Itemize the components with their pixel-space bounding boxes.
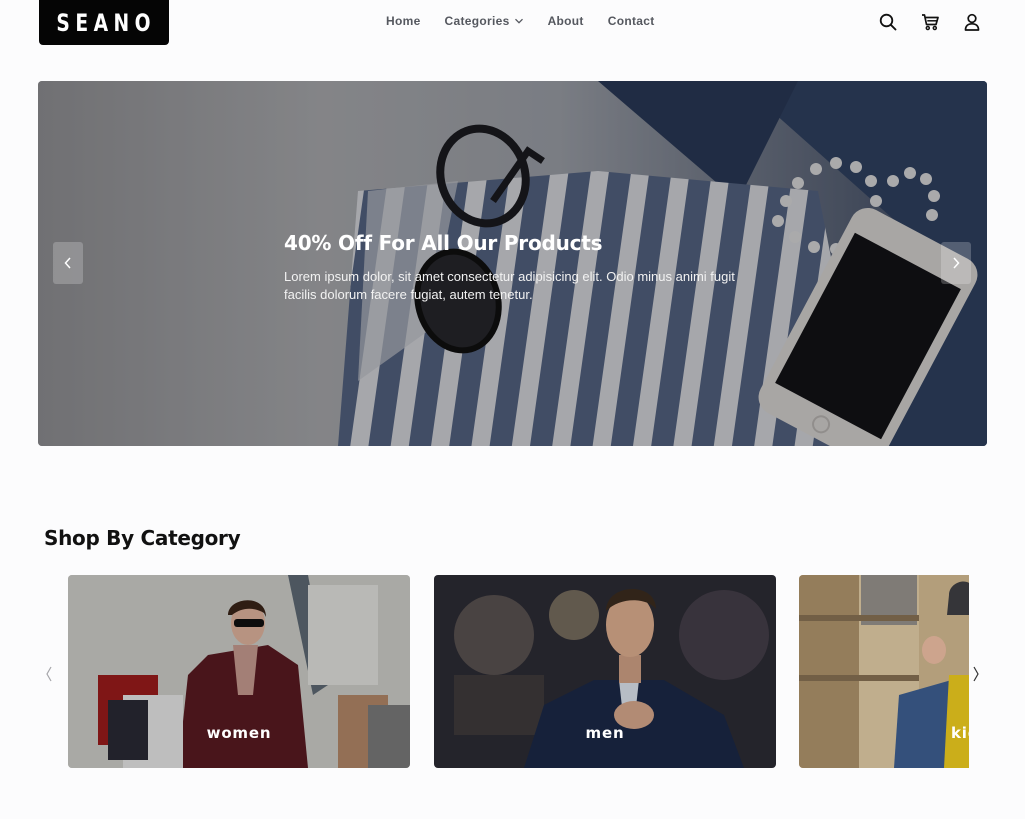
category-carousel: women men ki: [68, 575, 969, 768]
hero-prev-button[interactable]: [53, 242, 83, 284]
nav-contact[interactable]: Contact: [608, 14, 655, 28]
hero-banner: 40% Off For All Our Products Lorem ipsum…: [38, 81, 987, 446]
cart-button[interactable]: [920, 12, 940, 32]
category-prev-button[interactable]: [43, 664, 55, 684]
category-label: kids: [951, 724, 969, 742]
cart-icon: [921, 14, 939, 31]
category-next-button[interactable]: [970, 664, 982, 684]
nav-categories-label: Categories: [444, 14, 510, 28]
search-button[interactable]: [878, 12, 898, 32]
category-label: men: [585, 724, 625, 742]
brand-logo[interactable]: SEANO: [39, 0, 169, 45]
chevron-right-icon: [973, 666, 979, 682]
search-icon: [879, 13, 897, 31]
hero-title: 40% Off For All Our Products: [284, 231, 603, 255]
account-button[interactable]: [962, 12, 982, 32]
chevron-down-icon: [514, 18, 523, 24]
nav-categories[interactable]: Categories: [445, 14, 524, 28]
chevron-right-icon: [953, 257, 960, 269]
main-nav: Home Categories About Contact: [386, 14, 679, 28]
chevron-left-icon: [46, 666, 52, 682]
category-card-men[interactable]: men: [434, 575, 776, 768]
logo-text: SEANO: [56, 8, 157, 37]
category-label: women: [206, 724, 272, 742]
nav-about[interactable]: About: [548, 14, 584, 28]
section-title: Shop By Category: [44, 526, 241, 550]
category-card-kids[interactable]: kids: [799, 575, 969, 768]
header-actions: [878, 12, 1004, 32]
hero-overlay: [38, 81, 987, 446]
hero-description: Lorem ipsum dolor, sit amet consectetur …: [284, 269, 735, 302]
user-icon: [964, 13, 980, 31]
category-card-women[interactable]: women: [68, 575, 410, 768]
nav-home[interactable]: Home: [386, 14, 421, 28]
chevron-left-icon: [64, 257, 71, 269]
hero-next-button[interactable]: [941, 242, 971, 284]
